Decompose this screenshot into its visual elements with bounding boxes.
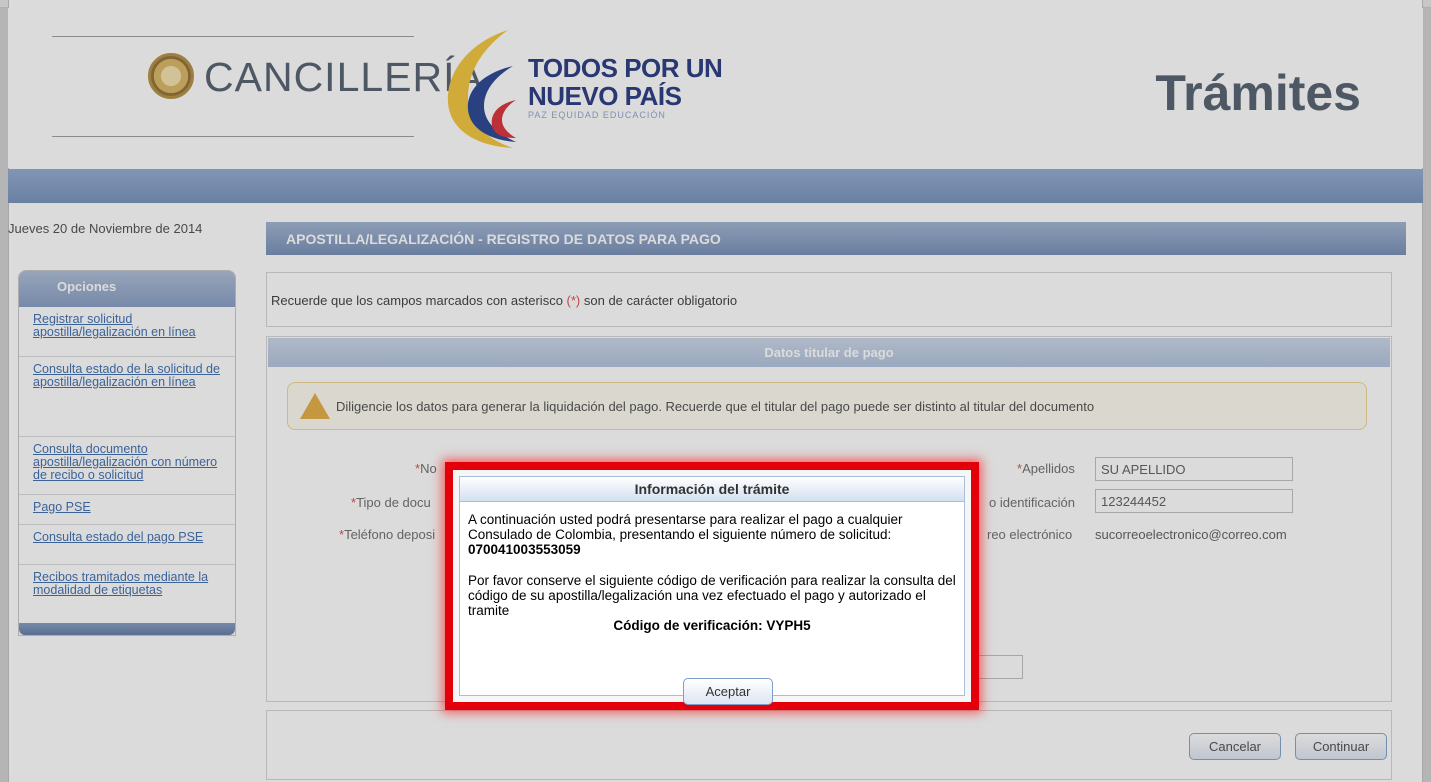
request-number: 070041003553059 bbox=[468, 542, 581, 557]
dialog-title: Información del trámite bbox=[460, 477, 964, 502]
verification-code: Código de verificación: VYPH5 bbox=[613, 618, 811, 633]
dialog-body: A continuación usted podrá presentarse p… bbox=[460, 502, 964, 633]
dialog-paragraph-1: A continuación usted podrá presentarse p… bbox=[468, 512, 903, 557]
accept-button[interactable]: Aceptar bbox=[683, 678, 773, 705]
dialog-paragraph-2: Por favor conserve el siguiente código d… bbox=[468, 573, 956, 618]
info-dialog: Información del trámite A continuación u… bbox=[459, 476, 965, 705]
highlight-frame: Información del trámite A continuación u… bbox=[445, 462, 979, 710]
